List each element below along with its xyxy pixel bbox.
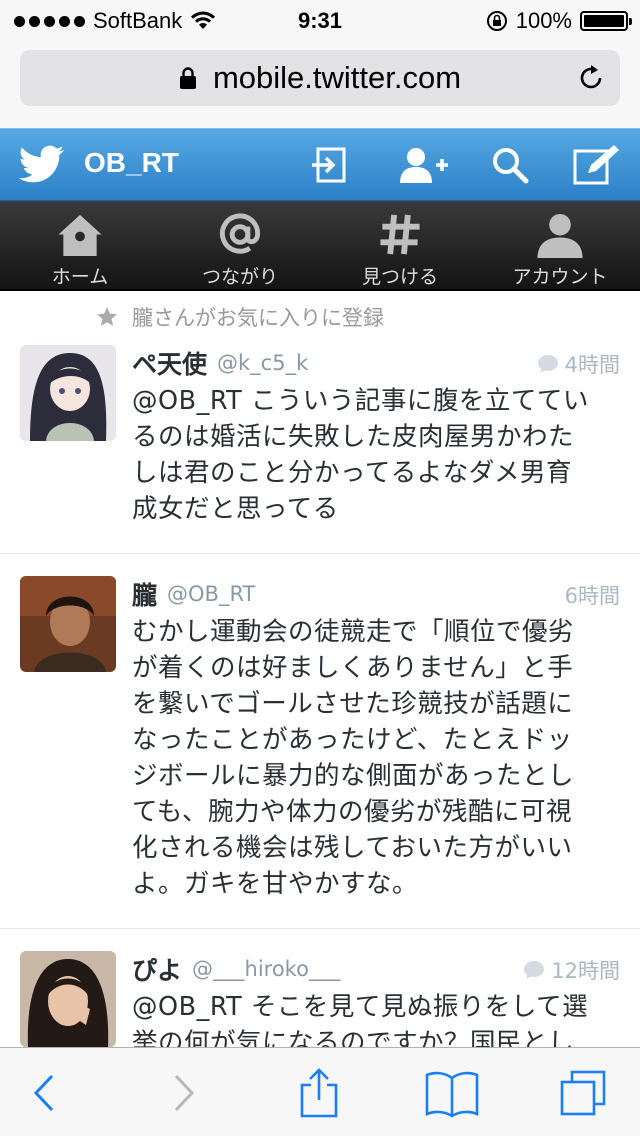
- tweet-author-handle[interactable]: @___hiroko___: [192, 957, 340, 981]
- tweet-author-name[interactable]: 朧: [132, 576, 157, 612]
- tweet-time: 12時間: [523, 955, 620, 985]
- twitter-header: OB_RT: [0, 128, 640, 201]
- compose-icon[interactable]: [572, 143, 622, 187]
- tweet-author-name[interactable]: ぴよ: [132, 951, 182, 987]
- tweet[interactable]: ペ天使 @k_c5_k 4時間 @OB_RT こういう記事に腹を立ててい るのは…: [0, 343, 640, 554]
- tweet-author-handle[interactable]: @k_c5_k: [217, 351, 308, 375]
- search-icon[interactable]: [488, 143, 532, 187]
- nav-account[interactable]: アカウント: [480, 201, 640, 289]
- reload-icon[interactable]: [576, 63, 606, 93]
- at-icon: [219, 213, 261, 254]
- favorite-notice: 朧さんがお気に入りに登録: [0, 291, 640, 343]
- tweet-time-text: 12時間: [551, 959, 620, 983]
- battery-percent: 100%: [515, 8, 572, 33]
- browser-address-area: mobile.twitter.com: [0, 40, 640, 128]
- nav-discover-label: 見つける: [361, 266, 438, 288]
- bookmarks-icon[interactable]: [424, 1068, 480, 1118]
- nav-connect[interactable]: つながり: [160, 201, 320, 289]
- nav-home-label: ホーム: [51, 266, 109, 288]
- tweet-author-handle[interactable]: @OB_RT: [167, 582, 255, 606]
- home-icon: [58, 214, 102, 257]
- tweet[interactable]: 朧 @OB_RT 6時間 むかし運動会の徒競走で「順位で優劣 が着くのは好ましく…: [0, 554, 640, 929]
- conversation-icon: [537, 355, 558, 373]
- lock-icon: [179, 67, 196, 89]
- battery-icon: [580, 11, 632, 31]
- favorite-notice-text: 朧さんがお気に入りに登録: [132, 306, 384, 330]
- timeline[interactable]: 朧さんがお気に入りに登録 ペ天使 @k_c5_k 4時間 @OB_RT こういう…: [0, 291, 640, 1047]
- nav-home[interactable]: ホーム: [0, 201, 160, 289]
- tweet-time: 4時間: [537, 349, 620, 379]
- twitter-bird-icon[interactable]: [18, 145, 66, 185]
- main-nav: ホーム つながり 見つける アカウント: [0, 201, 640, 291]
- avatar[interactable]: [20, 951, 116, 1047]
- tweet-time: 6時間: [565, 580, 620, 610]
- browser-toolbar: [0, 1047, 640, 1136]
- tweet-text: むかし運動会の徒競走で「順位で優劣 が着くのは好ましくありません」と手 を繋いで…: [132, 617, 575, 899]
- nav-account-label: アカウント: [512, 266, 608, 288]
- nav-connect-label: つながり: [201, 266, 278, 288]
- star-icon: [97, 307, 117, 326]
- avatar-image: [20, 951, 116, 1047]
- tweet-time-text: 6時間: [564, 584, 620, 608]
- sign-out-icon[interactable]: [308, 143, 352, 187]
- hashtag-icon: [380, 214, 420, 255]
- rotation-lock-icon: [486, 11, 507, 31]
- tweet-header: 朧 @OB_RT 6時間: [132, 574, 620, 614]
- tweet-author-name[interactable]: ペ天使: [132, 345, 207, 381]
- avatar[interactable]: [20, 345, 116, 441]
- forward-icon[interactable]: [158, 1068, 208, 1118]
- address-bar[interactable]: mobile.twitter.com: [20, 50, 620, 106]
- tweet-header: ペ天使 @k_c5_k 4時間: [132, 343, 620, 383]
- conversation-icon: [524, 961, 545, 979]
- system-indicators: 100%: [486, 8, 632, 34]
- share-icon[interactable]: [294, 1068, 344, 1118]
- tweet[interactable]: ぴよ @___hiroko___ 12時間 @OB_RT そこを見て見ぬ振りをし…: [0, 929, 640, 1047]
- avatar-image: [20, 576, 116, 672]
- tweet-text: @OB_RT こういう記事に腹を立ててい るのは婚活に失敗した皮肉屋男かわた し…: [132, 386, 589, 524]
- status-bar: SoftBank 9:31 100%: [0, 0, 640, 40]
- back-icon[interactable]: [20, 1068, 70, 1118]
- add-user-icon[interactable]: [398, 143, 450, 187]
- tweet-header: ぴよ @___hiroko___ 12時間: [132, 949, 620, 989]
- tabs-icon[interactable]: [558, 1068, 608, 1118]
- url-text: mobile.twitter.com: [212, 60, 462, 95]
- avatar-image: [20, 345, 116, 441]
- nav-discover[interactable]: 見つける: [320, 201, 480, 289]
- header-username[interactable]: OB_RT: [84, 147, 179, 179]
- avatar[interactable]: [20, 576, 116, 672]
- tweet-time-text: 4時間: [564, 353, 620, 377]
- tweet-text: @OB_RT そこを見て見ぬ振りをして選 挙の何が気になるのですか？国民とし て…: [132, 992, 589, 1047]
- account-icon: [537, 213, 583, 258]
- battery-level: [584, 15, 624, 27]
